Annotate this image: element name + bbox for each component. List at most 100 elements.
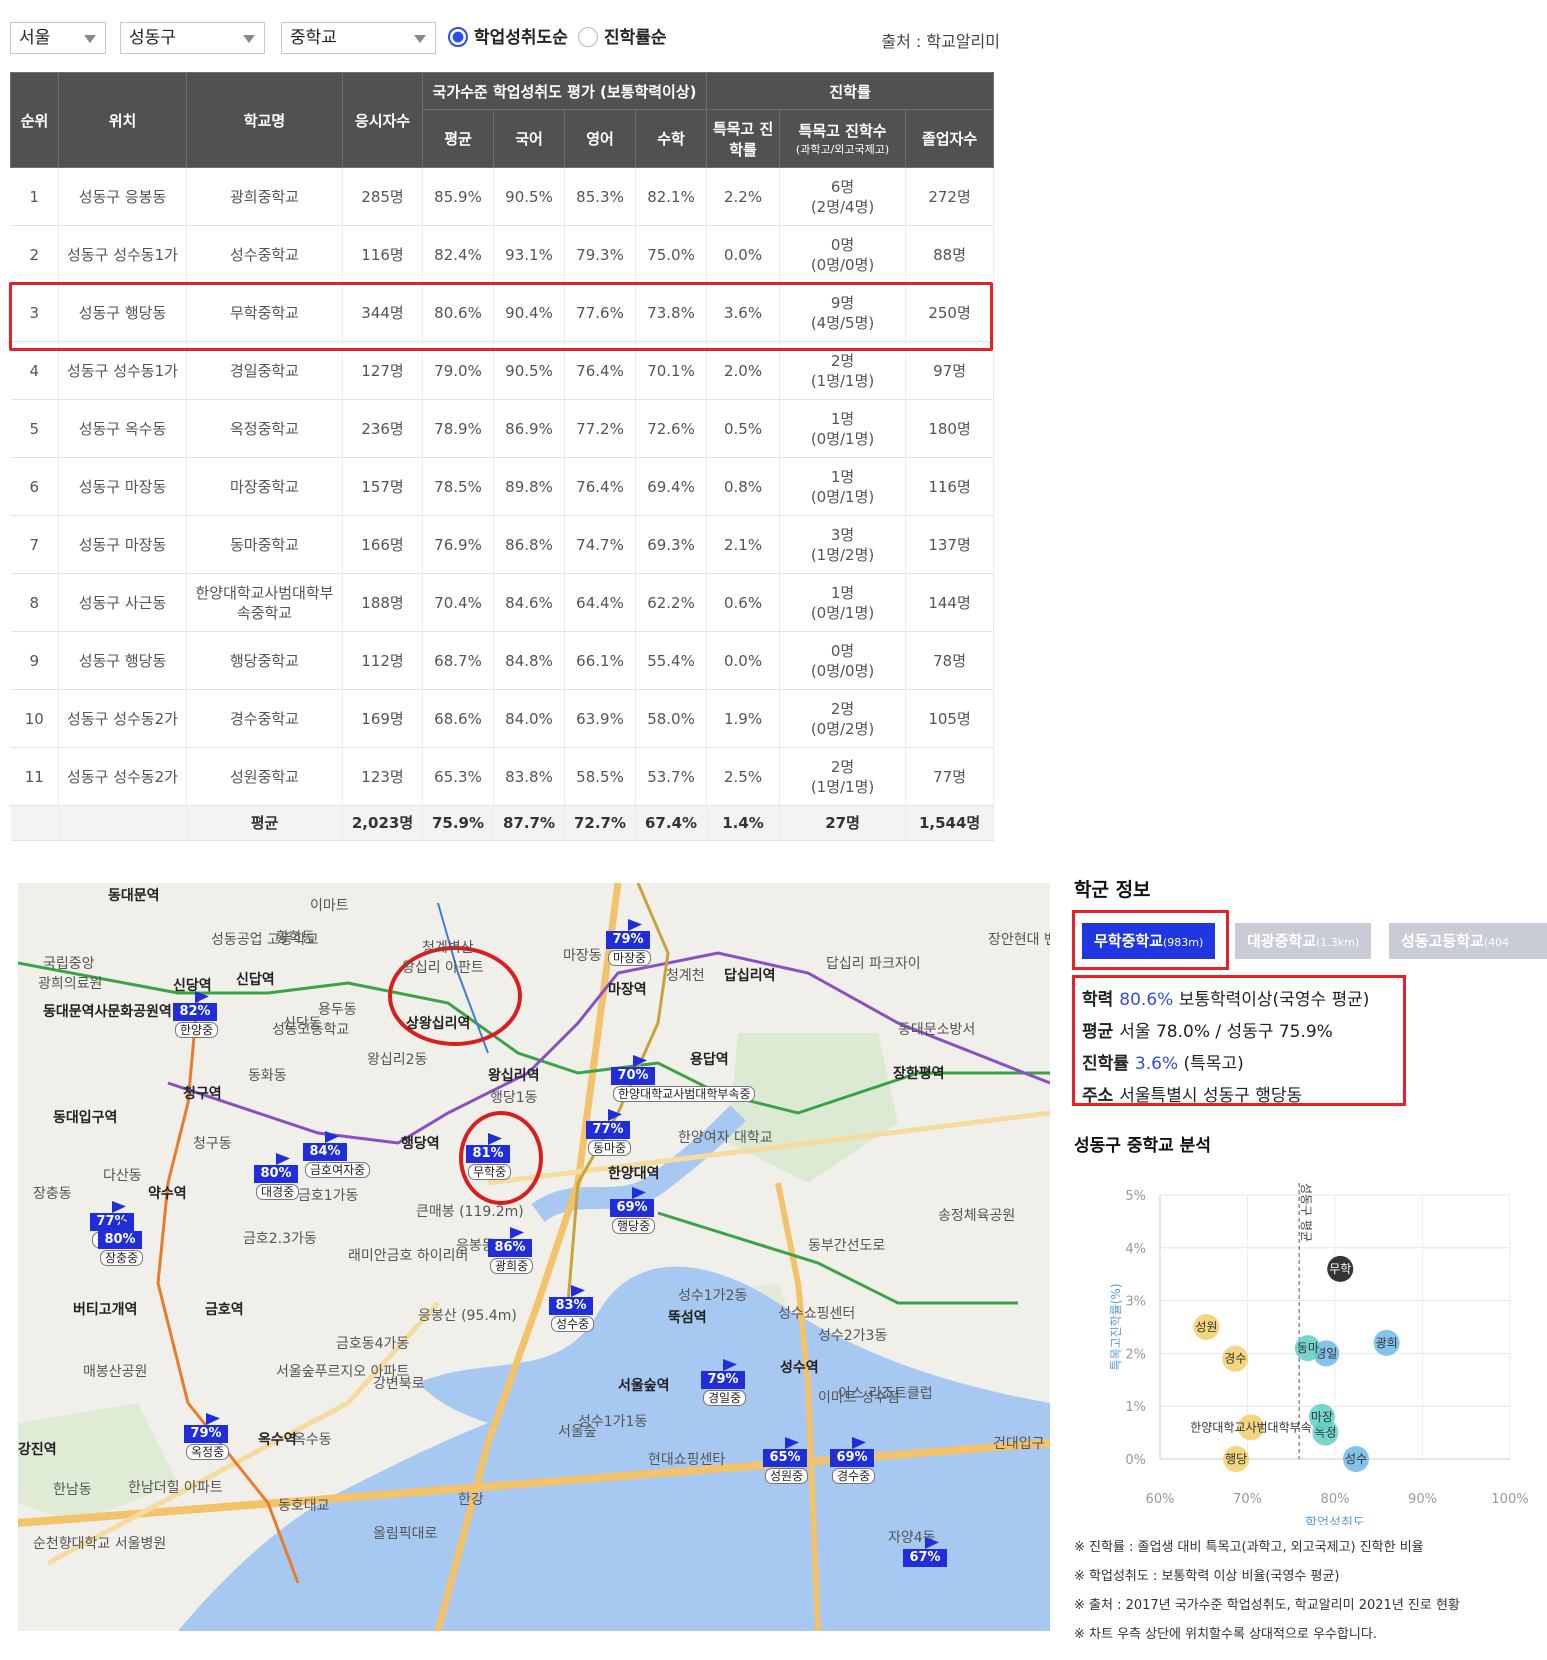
map-place-label: 매봉산공원 [83, 1364, 148, 1380]
sort-achievement-radio[interactable]: 학업성취도순 [448, 26, 568, 50]
footnote-achievement: ※ 학업성취도 : 보통학력 이상 비율(국영수 평균) [1074, 1569, 1340, 1584]
cell-cnt-sub: (0명/0명) [810, 661, 875, 680]
flag-icon [195, 991, 209, 1003]
col-english: 영어 [564, 109, 636, 168]
map-place-label: 금호역 [205, 1302, 244, 1318]
avg-cell-eng: 72.7% [564, 805, 636, 841]
cell-avg: 65.3% [422, 747, 494, 806]
school-marker[interactable]: 79% 경일중 [701, 1359, 759, 1406]
school-marker[interactable]: 69% 행당중 [610, 1187, 668, 1234]
cell-cnt-sub: (2명/4명) [810, 197, 875, 216]
cell-special-count: 2명 (1명/1명) [779, 747, 907, 806]
marker-percent: 79% [701, 1371, 745, 1389]
cell-rank: 7 [10, 515, 59, 574]
cell-n: 123명 [342, 747, 423, 806]
map-place-label: 금호2.3가동 [243, 1231, 317, 1247]
map-place-label: 성수쇼핑센터 [778, 1306, 856, 1322]
cell-avg: 70.4% [422, 573, 494, 632]
cell-cnt: 0명 [830, 235, 855, 254]
map-place-label: 상왕십리역 [406, 1016, 471, 1032]
cell-math: 69.3% [635, 515, 708, 574]
school-marker[interactable]: 79% 옥정중 [184, 1413, 242, 1460]
marker-school-name: 성원중 [765, 1468, 809, 1484]
map-place-label: 장한평역 [893, 1066, 945, 1082]
marker-school-name: 마장중 [608, 950, 652, 966]
marker-percent: 77% [586, 1121, 630, 1139]
table-row: 2 성동구 성수동1가 성수중학교 116명 82.4% 93.1% 79.3% 75.0% 0… [10, 225, 995, 284]
map-place-label: 성동공업 고등학교 [211, 932, 319, 948]
avg-cell-cnt: 27명 [779, 805, 907, 841]
marker-percent: 82% [173, 1003, 217, 1021]
flag-icon [785, 1437, 799, 1449]
marker-school-name: 한양중 [175, 1022, 219, 1038]
school-marker[interactable]: 83% 성수중 [549, 1285, 607, 1332]
cell-rate: 2.2% [706, 167, 781, 226]
scatter-point-label: 광희 [1376, 1336, 1398, 1350]
school-marker[interactable]: 86% 광희중 [488, 1227, 546, 1274]
sort-advance-radio[interactable]: 진학률순 [578, 26, 667, 50]
district-select[interactable]: 성동구 [120, 22, 265, 54]
school-marker[interactable]: 67% [903, 1537, 961, 1579]
cell-cnt: 1명 [830, 409, 855, 428]
avg-cell-avg: 75.9% [422, 805, 494, 841]
school-type-select-value: 중학교 [290, 28, 337, 48]
school-marker[interactable]: 81% 무학중 [466, 1133, 524, 1180]
map-place-label: 이스 리조트클럽 [838, 1386, 933, 1402]
school-marker[interactable]: 80% 대경중 [254, 1153, 312, 1200]
col-special-count: 특목고 진학수 (과학고/외고국제고) [779, 109, 907, 168]
table-row: 10 성동구 성수동2가 경수중학교 169명 68.6% 84.0% 63.9% 58.0%… [10, 689, 995, 748]
map-place-label: 행당1동 [490, 1090, 538, 1106]
school-marker[interactable]: 79% 마장중 [606, 919, 664, 966]
ranking-table: 순위 위치 학교명 응시자수 국가수준 학업성취도 평가 (보통학력이상) 진학… [10, 72, 995, 841]
tab-seongdong-high[interactable]: 성동고등학교(404 [1389, 923, 1547, 959]
cell-loc: 성동구 행당동 [58, 631, 187, 690]
table-row: 7 성동구 마장동 동마중학교 166명 76.9% 86.8% 74.7% 69.3% 2.1… [10, 515, 995, 574]
info-title: 학군 정보 [1074, 879, 1151, 901]
marker-school-name: 장충중 [100, 1250, 144, 1266]
cell-avg: 78.9% [422, 399, 494, 458]
cell-avg: 78.5% [422, 457, 494, 516]
marker-percent: 70% [611, 1067, 655, 1085]
marker-school-name: 대경중 [256, 1184, 300, 1200]
cell-rate: 0.0% [706, 225, 781, 284]
avg-cell-empty [10, 805, 59, 841]
x-tick-label: 80% [1321, 1492, 1350, 1507]
table-row: 6 성동구 마장동 마장중학교 157명 78.5% 89.8% 76.4% 69.4% 0.8… [10, 457, 995, 516]
marker-percent: 83% [549, 1297, 593, 1315]
cell-grad: 137명 [905, 515, 995, 574]
cell-math: 58.0% [635, 689, 708, 748]
col-group-achievement: 국가수준 학업성취도 평가 (보통학력이상) [421, 72, 708, 110]
school-type-select[interactable]: 중학교 [281, 22, 436, 54]
map-place-label: 성동고등학교 [272, 1022, 350, 1038]
highlight-box-tab [1072, 910, 1229, 970]
marker-school-name: 옥정중 [186, 1444, 230, 1460]
reference-line-label: 성동구 평균 [1299, 1183, 1313, 1242]
school-marker[interactable]: 80% 장충중 [98, 1219, 156, 1266]
region-select[interactable]: 서울 [10, 22, 106, 54]
marker-percent: 86% [488, 1239, 532, 1257]
school-marker[interactable]: 69% 경수중 [830, 1437, 888, 1484]
cell-grad: 116명 [905, 457, 995, 516]
school-marker[interactable]: 77% 동마중 [586, 1109, 644, 1156]
cell-rank: 8 [10, 573, 59, 632]
map-place-label: 신답역 [236, 972, 275, 988]
school-marker[interactable]: 82% 한양중 [173, 991, 231, 1038]
marker-percent: 69% [610, 1199, 654, 1217]
marker-percent: 81% [466, 1145, 510, 1163]
map-place-label: 청계벽산 [422, 940, 474, 956]
cell-eng: 79.3% [564, 225, 636, 284]
cell-cnt-sub: (1명/1명) [810, 777, 875, 796]
tab-daegwang[interactable]: 대광중학교(1.3km) [1235, 923, 1372, 959]
cell-kor: 86.9% [493, 399, 565, 458]
avg-cell-kor: 87.7% [493, 805, 565, 841]
scatter-point-label: 성원 [1195, 1320, 1217, 1334]
school-marker[interactable]: 65% 성원중 [763, 1437, 821, 1484]
y-tick-label: 3% [1125, 1295, 1146, 1310]
cell-grad: 272명 [905, 167, 995, 226]
footnote-advance: ※ 진학률 : 졸업생 대비 특목고(과학고, 외고국제고) 진학한 비율 [1074, 1540, 1424, 1555]
flag-icon [633, 1055, 647, 1067]
cell-n: 285명 [342, 167, 423, 226]
school-marker[interactable]: 70% 한양대학교사범대학부속중 [611, 1055, 756, 1102]
cell-loc: 성동구 성수동2가 [58, 689, 187, 748]
school-map[interactable]: 동대문역 이마트 황학동 청계벽산 왕십리 아판트 신당역 신당동 상왕십리역 성동고등학교 왕십… [18, 883, 1050, 1631]
